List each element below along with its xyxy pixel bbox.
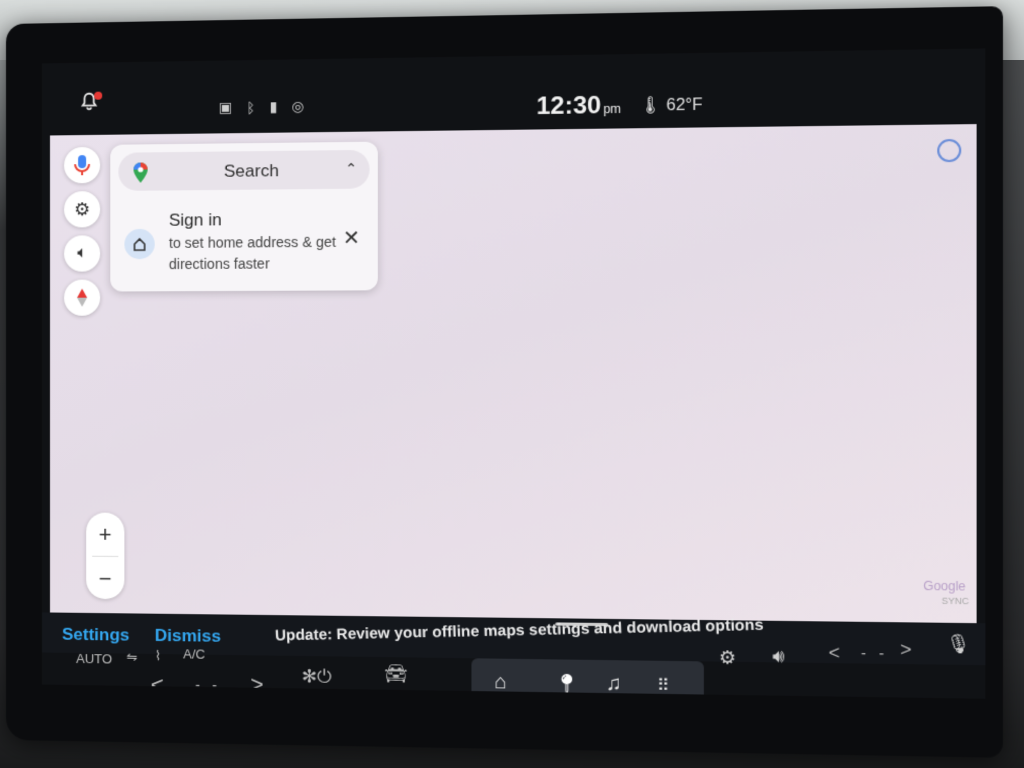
climate-auto[interactable]: AUTO: [76, 651, 112, 667]
home-icon-badge: [124, 228, 155, 260]
car-airflow-icon[interactable]: ⇋: [126, 650, 137, 666]
home-icon: [132, 237, 146, 251]
voice-mic-icon[interactable]: 🎙︎: [946, 633, 971, 655]
maps-icon[interactable]: 📍︎: [553, 672, 580, 698]
map-view[interactable]: ⚙ 🔈︎ Search ⌃ Sign in to set home addres…: [49, 124, 977, 624]
zoom-out-button[interactable]: −: [86, 557, 124, 601]
update-message: Update: Review your offline maps setting…: [274, 616, 764, 645]
app-dock: ⌂ 📍︎ ♫ ⠿: [471, 658, 704, 699]
volume-icon[interactable]: 🔊︎: [772, 646, 784, 668]
mic-icon: [73, 154, 90, 175]
outside-temperature: 🌡︎ 62°F: [639, 96, 703, 115]
car-icon[interactable]: 🚘︎: [384, 663, 408, 685]
infotainment-screen: ▣ ᛒ ▮ ◎ 12:30 pm 🌡︎ 62°F ⚙ 🔈︎ Search ⌃ S…: [41, 48, 986, 699]
settings-icon: ⚙: [73, 198, 91, 219]
phone-icon: ▮: [269, 98, 278, 115]
status-icons: ▣ ᛒ ▮ ◎: [219, 98, 305, 116]
fan-power-icon[interactable]: ✻⏻: [302, 666, 332, 688]
google-attribution: Google: [923, 578, 966, 594]
settings-link[interactable]: Settings: [62, 625, 130, 646]
compass-button[interactable]: [64, 279, 101, 316]
bluetooth-icon: ᛒ: [246, 99, 256, 116]
temp-left-up-arrow[interactable]: >: [250, 671, 263, 698]
search-bar[interactable]: Search ⌃: [118, 149, 370, 191]
signin-body: to set home address & get directions fas…: [168, 233, 336, 273]
settings-icon[interactable]: ⚙: [719, 647, 736, 669]
thermometer-icon: 🌡︎: [639, 96, 662, 115]
compass-icon: [77, 288, 88, 307]
zoom-control: + −: [86, 512, 125, 601]
settings-button[interactable]: ⚙: [64, 191, 101, 228]
climate-ac[interactable]: A/C: [183, 646, 205, 661]
status-bar: ▣ ᛒ ▮ ◎ 12:30 pm 🌡︎ 62°F: [42, 48, 985, 133]
temp-right-down-arrow[interactable]: <: [829, 642, 840, 664]
close-icon[interactable]: ✕: [343, 225, 360, 251]
account-icon[interactable]: [937, 138, 962, 163]
search-card: Search ⌃ Sign in to set home address & g…: [110, 141, 378, 292]
volume-button[interactable]: 🔈︎: [64, 235, 101, 272]
temp-right-value: - -: [861, 644, 889, 662]
temp-left-down-arrow[interactable]: <: [151, 672, 164, 698]
volume-icon: 🔈︎: [77, 244, 87, 262]
zoom-in-button[interactable]: +: [86, 513, 124, 557]
mic-button[interactable]: [64, 146, 101, 184]
music-icon[interactable]: ♫: [606, 672, 622, 696]
notification-dot: [94, 91, 103, 100]
home-icon[interactable]: ⌂: [494, 671, 507, 695]
display-bezel: ▣ ᛒ ▮ ◎ 12:30 pm 🌡︎ 62°F ⚙ 🔈︎ Search ⌃ S…: [6, 6, 1003, 758]
chevron-up-icon[interactable]: ⌃: [345, 160, 357, 177]
power-icon: ◎: [291, 97, 305, 115]
seat-airflow-icon[interactable]: ⌇: [155, 648, 161, 664]
message-icon: ▣: [218, 98, 233, 116]
sync-label: SYNC: [941, 595, 969, 607]
temp-right-up-arrow[interactable]: >: [900, 639, 911, 661]
signin-title[interactable]: Sign in: [169, 210, 222, 231]
apps-grid-icon[interactable]: ⠿: [657, 675, 669, 696]
search-label: Search: [223, 161, 279, 181]
temp-left-value: - -: [195, 676, 221, 694]
clock: 12:30 pm: [536, 91, 621, 121]
dismiss-link[interactable]: Dismiss: [155, 626, 221, 647]
maps-logo-icon: [133, 162, 148, 183]
